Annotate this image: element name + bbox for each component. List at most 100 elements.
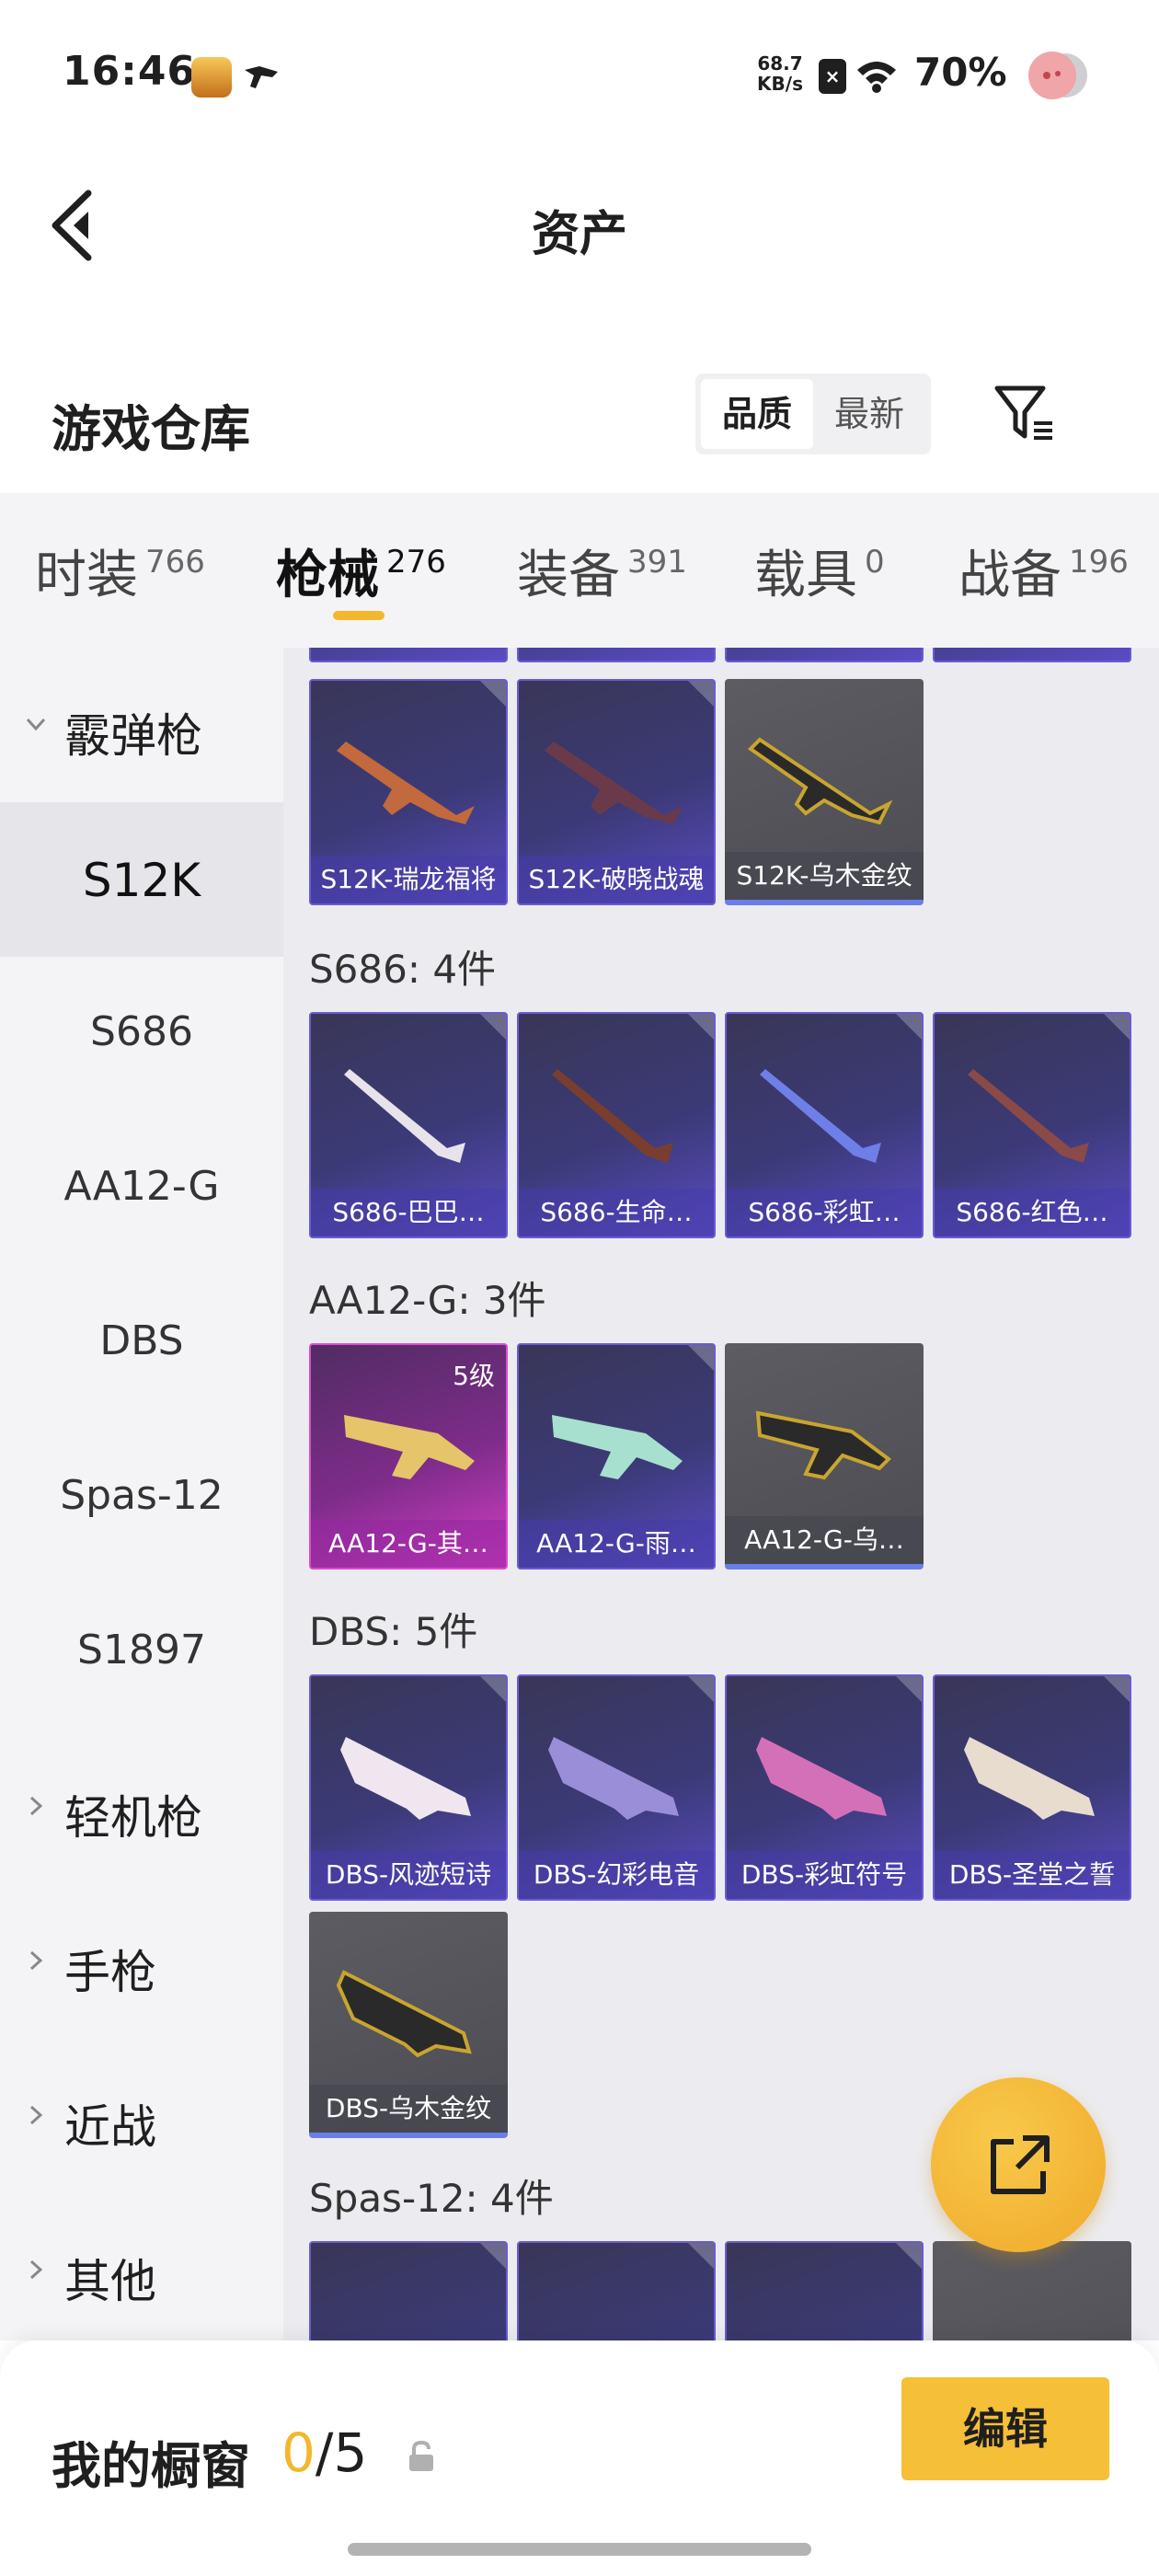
item-card[interactable]: 5级 AA12-G-其…	[309, 1343, 508, 1570]
sidebar-group-melee[interactable]: 近战	[0, 2039, 283, 2193]
section-label-aa12g: AA12-G: 3件	[309, 1278, 546, 1323]
item-card[interactable]: S686-彩虹…	[725, 1012, 924, 1238]
shotgun-skin-icon	[344, 1069, 465, 1163]
sidebar-group-pistol[interactable]: 手枪	[0, 1884, 283, 2039]
page-title: 资产	[531, 207, 627, 262]
item-name: S686-红色…	[935, 1189, 1130, 1236]
warehouse-title: 游戏仓库	[52, 400, 250, 458]
item-card-cutoff[interactable]	[725, 648, 924, 662]
piggy-avatar-icon	[1028, 52, 1087, 99]
chevron-down-icon	[26, 718, 46, 731]
sidebar-group-lmg[interactable]: 轻机枪	[0, 1730, 283, 1884]
tab-label: 载具	[754, 546, 857, 605]
item-card[interactable]: DBS-圣堂之誓	[933, 1674, 1131, 1901]
sidebar-label: Spas-12	[60, 1472, 224, 1519]
tab-vehicles[interactable]: 载具 0	[754, 534, 885, 626]
item-card-cutoff[interactable]	[725, 2241, 924, 2340]
item-name: AA12-G-其…	[311, 1520, 506, 1568]
edit-button[interactable]: 编辑	[901, 2377, 1109, 2480]
chevron-right-icon	[29, 1950, 43, 1971]
sort-option-quality[interactable]: 品质	[701, 379, 813, 449]
item-name: DBS-幻彩电音	[519, 1851, 714, 1899]
network-speed: 68.7 KB/s	[752, 53, 808, 94]
corner-mark	[896, 1014, 922, 1040]
network-speed-value: 68.7	[757, 52, 803, 75]
item-card-cutoff[interactable]	[517, 2241, 716, 2340]
tab-count: 766	[145, 544, 205, 581]
item-card[interactable]: S686-红色…	[933, 1012, 1131, 1238]
sidebar-item-s12k[interactable]: S12K	[0, 802, 283, 957]
rifle-skin-icon	[337, 742, 475, 824]
tab-label: 战备	[958, 546, 1061, 605]
item-card-cutoff[interactable]	[517, 648, 716, 662]
sort-option-newest[interactable]: 最新	[813, 379, 925, 449]
bullpup-shotgun-skin-icon	[340, 1737, 471, 1820]
auto-shotgun-skin-icon	[755, 1410, 892, 1480]
item-card[interactable]: DBS-彩虹符号	[725, 1674, 924, 1901]
item-card[interactable]: DBS-幻彩电音	[517, 1674, 716, 1901]
sidebar-label: 手枪	[64, 1946, 156, 1999]
chevron-right-icon	[29, 1796, 43, 1816]
item-card[interactable]: DBS-风迹短诗	[309, 1674, 508, 1901]
shotgun-skin-icon	[968, 1069, 1089, 1163]
item-card-cutoff[interactable]	[309, 648, 508, 662]
showcase-count: 0/5	[281, 2421, 367, 2484]
share-button[interactable]	[931, 2077, 1106, 2252]
shotgun-skin-icon	[760, 1069, 881, 1163]
item-name: S686-彩虹…	[727, 1189, 922, 1236]
item-card-cutoff[interactable]	[933, 648, 1131, 662]
wifi-icon	[857, 62, 896, 93]
sidebar-group-shotgun[interactable]: 霰弹枪	[0, 648, 283, 802]
tab-equipment[interactable]: 装备 391	[517, 534, 687, 626]
corner-mark	[688, 1014, 714, 1040]
home-indicator[interactable]	[348, 2543, 811, 2556]
auto-shotgun-skin-icon	[552, 1415, 683, 1479]
item-card[interactable]: S686-生命…	[517, 1012, 716, 1238]
tab-supplies[interactable]: 战备 196	[958, 534, 1129, 626]
item-name: AA12-G-乌…	[725, 1516, 924, 1564]
status-bar: 16:46 68.7 KB/s × 70%	[0, 0, 1159, 147]
item-name: S686-生命…	[519, 1189, 714, 1236]
weapon-type-sidebar: 霰弹枪 S12K S686 AA12-G DBS Spas-12 S1897 轻…	[0, 648, 283, 2340]
section-label-spas12: Spas-12: 4件	[309, 2176, 554, 2221]
item-card[interactable]: S12K-瑞龙福将	[309, 679, 508, 905]
sidebar-group-other[interactable]: 其他	[0, 2193, 283, 2340]
chevron-right-icon	[29, 2260, 43, 2280]
sort-toggle: 品质 最新	[695, 374, 931, 454]
tab-count: 276	[386, 544, 446, 581]
section-label-s686: S686: 4件	[309, 947, 497, 992]
tab-label: 装备	[517, 546, 620, 605]
item-card[interactable]: S12K-乌木金纹	[725, 679, 924, 905]
item-card-cutoff[interactable]	[309, 2241, 508, 2340]
sim-icon: ×	[819, 59, 846, 94]
item-card[interactable]: S12K-破晓战魂	[517, 679, 716, 905]
tab-label: 枪械	[276, 546, 379, 605]
item-card[interactable]: S686-巴巴…	[309, 1012, 508, 1238]
sidebar-label: S12K	[82, 854, 201, 907]
sidebar-label: 轻机枪	[64, 1791, 202, 1845]
bullpup-shotgun-skin-icon	[756, 1737, 887, 1820]
item-card[interactable]: AA12-G-雨…	[517, 1343, 716, 1570]
sidebar-label: 其他	[64, 2255, 156, 2308]
lock-icon	[409, 2440, 433, 2471]
sidebar-item-aa12g[interactable]: AA12-G	[0, 1111, 283, 1266]
auto-shotgun-skin-icon	[344, 1415, 475, 1479]
section-label-dbs: DBS: 5件	[309, 1609, 478, 1654]
corner-mark	[480, 1014, 506, 1040]
filter-icon[interactable]	[992, 383, 1056, 443]
sidebar-item-s686[interactable]: S686	[0, 957, 283, 1111]
game-app-icon	[191, 57, 232, 98]
corner-mark	[480, 1676, 506, 1702]
tab-fashion[interactable]: 时装 766	[35, 534, 205, 626]
corner-mark	[688, 2243, 714, 2269]
chevron-right-icon	[29, 2105, 43, 2125]
corner-mark	[688, 1345, 714, 1371]
sidebar-item-dbs[interactable]: DBS	[0, 1266, 283, 1420]
sidebar-item-s1897[interactable]: S1897	[0, 1575, 283, 1730]
item-card-cutoff[interactable]	[933, 2241, 1131, 2340]
sidebar-item-spas12[interactable]: Spas-12	[0, 1420, 283, 1575]
item-card[interactable]: DBS-乌木金纹	[309, 1912, 508, 2138]
item-name: S12K-破晓战魂	[519, 856, 714, 903]
corner-mark	[480, 2243, 506, 2269]
item-card[interactable]: AA12-G-乌…	[725, 1343, 924, 1570]
